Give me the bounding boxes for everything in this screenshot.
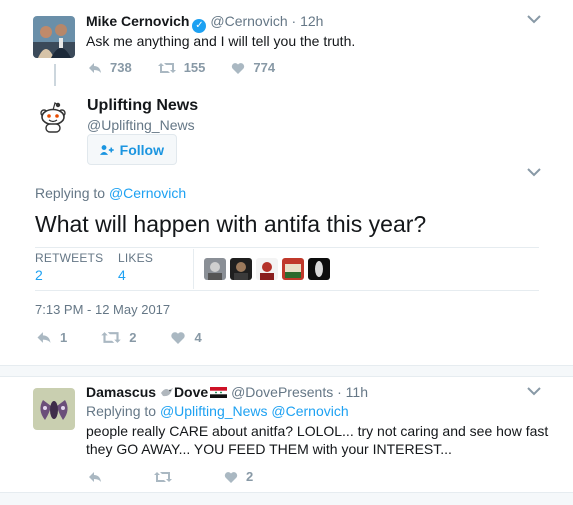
author-handle[interactable]: @Cernovich xyxy=(210,13,287,29)
tweet-text: Ask me anything and I will tell you the … xyxy=(86,33,356,49)
retweet-button[interactable]: 2 xyxy=(101,330,136,345)
liker-avatar[interactable] xyxy=(204,258,226,280)
like-count: 774 xyxy=(253,60,276,75)
divider xyxy=(35,290,539,291)
like-count: 2 xyxy=(246,469,254,484)
chevron-down-icon[interactable] xyxy=(527,384,541,399)
heart-icon xyxy=(171,332,186,344)
author-handle[interactable]: @Uplifting_News xyxy=(87,117,195,133)
retweet-icon xyxy=(154,471,172,482)
dove-emoji-icon xyxy=(160,388,173,397)
retweets-stat[interactable]: RETWEETS 2 xyxy=(35,251,103,283)
reply-icon xyxy=(89,471,101,482)
retweets-label: RETWEETS xyxy=(35,251,104,265)
retweet-count: 155 xyxy=(183,60,206,75)
likes-stat[interactable]: LIKES 4 xyxy=(118,251,153,283)
retweets-value: 2 xyxy=(35,267,43,283)
like-count: 4 xyxy=(194,330,202,345)
retweet-button[interactable]: 155 xyxy=(157,60,206,75)
reply-count: 738 xyxy=(110,60,132,75)
bottom-separator xyxy=(0,492,573,505)
tweet-time[interactable]: · 11h xyxy=(337,384,368,400)
tweet-timestamp[interactable]: 7:13 PM - 12 May 2017 xyxy=(35,302,170,317)
tweet-text-line: people really CARE about anitfa? LOLOL..… xyxy=(86,423,549,439)
tweet-time[interactable]: · 12h xyxy=(292,13,324,29)
retweet-button[interactable] xyxy=(154,469,172,484)
replying-handles-link[interactable]: @Uplifting_News @Cernovich xyxy=(160,403,349,419)
like-button[interactable]: 2 xyxy=(224,469,253,484)
like-button[interactable]: 774 xyxy=(231,60,275,75)
add-user-icon xyxy=(100,144,114,155)
follow-label: Follow xyxy=(119,141,164,158)
replies-separator xyxy=(0,365,573,377)
reply-button[interactable]: 1 xyxy=(36,330,67,345)
chevron-down-icon[interactable] xyxy=(527,165,541,180)
reply-icon xyxy=(37,332,51,343)
avatar-dove[interactable] xyxy=(33,388,75,430)
reply-count: 1 xyxy=(60,330,68,345)
reddit-alien-icon[interactable] xyxy=(36,100,70,134)
heart-icon xyxy=(224,471,238,483)
tweet-text-line: they GO AWAY... YOU FEED THEM with your … xyxy=(86,441,452,457)
replying-label: Replying to xyxy=(86,403,157,419)
avatar-cernovich[interactable] xyxy=(33,16,75,58)
divider xyxy=(35,247,539,248)
likes-value: 4 xyxy=(118,267,126,283)
liker-avatar[interactable] xyxy=(256,258,278,280)
retweet-count: 2 xyxy=(129,330,137,345)
reply-icon xyxy=(89,62,101,73)
chevron-down-icon[interactable] xyxy=(527,12,541,27)
replying-label: Replying to xyxy=(35,185,106,201)
stat-separator xyxy=(193,249,194,289)
flag-emoji-icon xyxy=(210,387,228,398)
liker-avatar[interactable] xyxy=(308,258,330,280)
liker-avatar[interactable] xyxy=(282,258,304,280)
author-name[interactable]: Uplifting News xyxy=(87,97,198,115)
retweet-icon xyxy=(101,332,121,343)
retweet-icon xyxy=(157,62,176,73)
author-name-suffix[interactable]: Dove xyxy=(174,384,208,400)
verified-badge-icon: ✓ xyxy=(192,19,207,33)
thread-connector xyxy=(54,64,56,86)
like-button[interactable]: 4 xyxy=(170,330,202,345)
likes-label: LIKES xyxy=(118,251,154,265)
likers-list xyxy=(204,258,330,280)
tweet-text: What will happen with antifa this year? xyxy=(35,211,427,237)
author-name[interactable]: Mike Cernovich xyxy=(86,13,189,29)
author-handle[interactable]: @DovePresents xyxy=(231,384,333,400)
follow-button[interactable]: Follow xyxy=(87,134,177,165)
author-name[interactable]: Damascus xyxy=(86,384,156,400)
reply-button[interactable] xyxy=(88,469,102,484)
liker-avatar[interactable] xyxy=(230,258,252,280)
heart-icon xyxy=(232,62,245,74)
replying-handle-link[interactable]: @Cernovich xyxy=(109,185,186,201)
reply-button[interactable]: 738 xyxy=(88,60,132,75)
